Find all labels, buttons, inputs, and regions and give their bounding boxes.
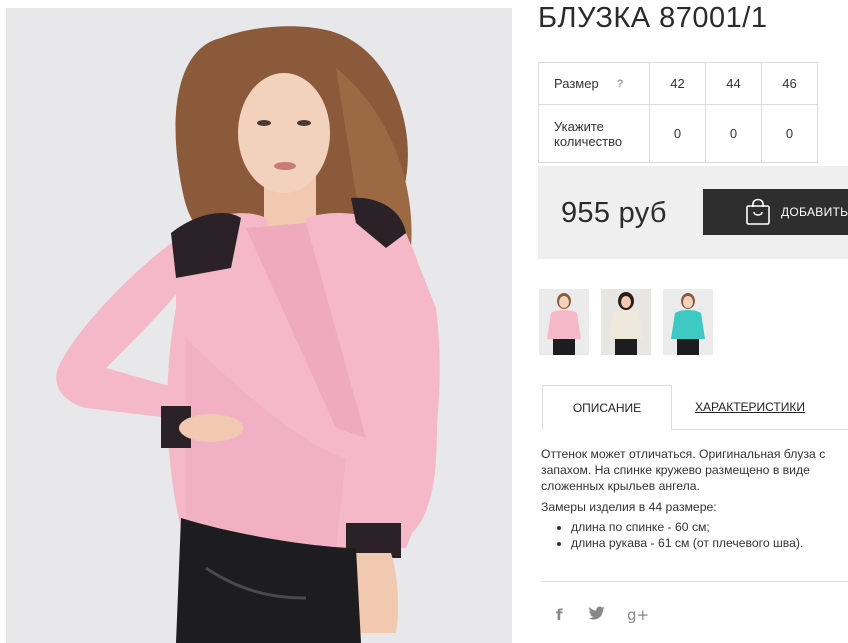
thumb-turquoise[interactable] (663, 289, 713, 355)
size-option-42: 42 (649, 62, 706, 105)
product-price: 955 руб (561, 197, 667, 229)
list-item: длина рукава - 61 см (от плечевого шва). (571, 535, 846, 551)
size-label: Размер (554, 76, 599, 91)
product-title: БЛУЗКА 87001/1 (538, 2, 768, 34)
quantity-input-42[interactable]: 0 (649, 104, 706, 163)
quantity-input-44[interactable]: 0 (705, 104, 762, 163)
thumb-cream[interactable] (601, 289, 651, 355)
twitter-icon[interactable] (588, 606, 605, 624)
facebook-icon[interactable]: f (556, 606, 563, 624)
quantity-input-46[interactable]: 0 (761, 104, 818, 163)
shopping-bag-icon (745, 198, 771, 226)
size-option-46: 46 (761, 62, 818, 105)
question-icon[interactable]: ? (617, 78, 624, 90)
quantity-label-line2: количество (554, 133, 623, 149)
main-product-image[interactable] (6, 8, 512, 643)
description-text: Оттенок может отличаться. Оригинальная б… (541, 447, 826, 493)
measure-list: длина по спинке - 60 см; длина рукава - … (541, 519, 846, 551)
size-option-44: 44 (705, 62, 762, 105)
tab-characteristics[interactable]: ХАРАКТЕРИСТИКИ (695, 400, 805, 414)
list-item: длина по спинке - 60 см; (571, 519, 846, 535)
quantity-label-line1: Укажите (554, 118, 604, 134)
thumb-pink[interactable] (539, 289, 589, 355)
add-to-cart-label: ДОБАВИТЬ (781, 205, 848, 219)
size-label-cell: Размер ? (538, 62, 650, 105)
description-panel: Оттенок может отличаться. Оригинальная б… (541, 446, 846, 551)
measure-title: Замеры изделия в 44 размере: (541, 500, 717, 514)
google-plus-icon[interactable]: g+ (627, 606, 649, 624)
add-to-cart-button[interactable]: ДОБАВИТЬ (703, 189, 848, 235)
divider (541, 581, 848, 582)
price-box: 955 руб ДОБАВИТЬ (538, 166, 848, 259)
tab-description[interactable]: ОПИСАНИЕ (542, 385, 672, 431)
quantity-label-cell: Укажите количество (538, 104, 650, 163)
size-quantity-table: Размер ? 42 44 46 Укажите количество 0 0… (538, 62, 818, 163)
